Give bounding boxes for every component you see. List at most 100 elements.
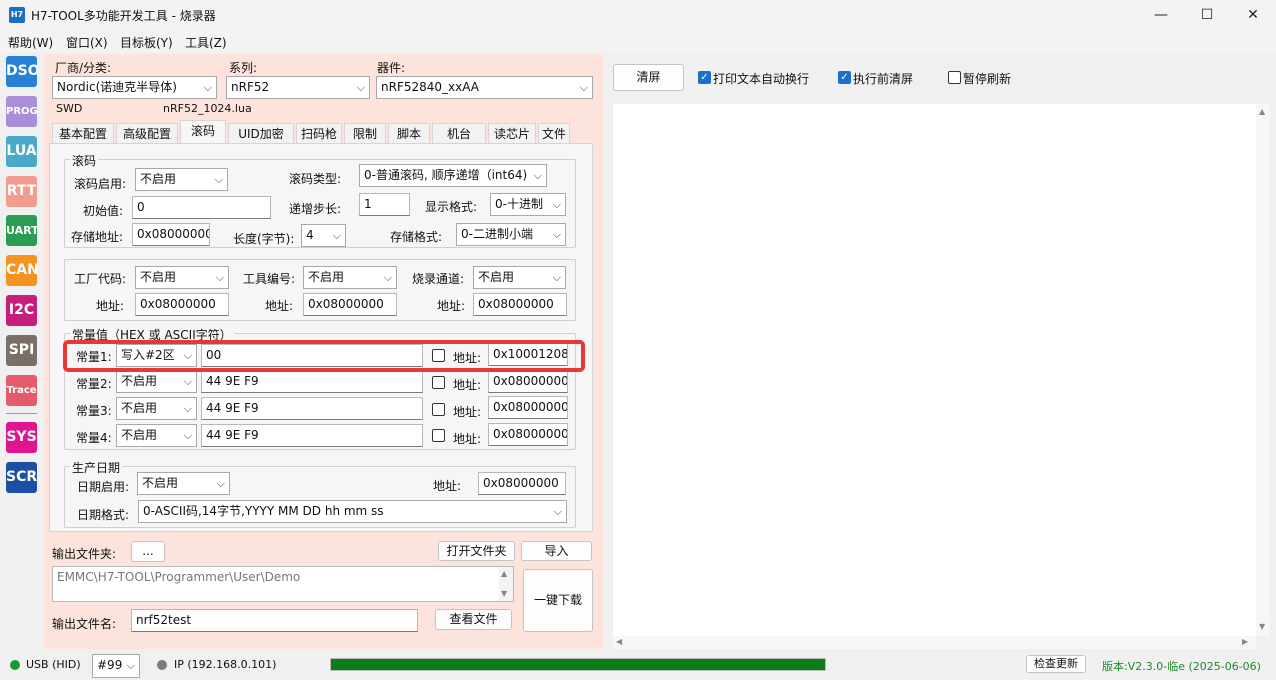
series-label: 系列: <box>229 61 258 75</box>
burn-channel-select[interactable]: 不启用 ⌵ <box>473 266 566 289</box>
sidebar-sys-button[interactable]: SYS <box>6 422 37 453</box>
rolling-enable-label: 滚码启用: <box>74 177 127 191</box>
constant3-addr-label: 地址: <box>453 405 482 419</box>
tab-basic[interactable]: 基本配置 <box>52 123 114 144</box>
log-scroll-left-icon[interactable]: ◀ <box>616 637 622 646</box>
maximize-button[interactable]: ☐ <box>1184 0 1230 30</box>
sidebar-trace-button[interactable]: Trace <box>6 375 37 406</box>
sidebar-dso-button[interactable]: DSO <box>6 56 37 87</box>
tab-rolling-code[interactable]: 滚码 <box>180 120 226 144</box>
constant2-mode-select[interactable]: 不启用 ⌵ <box>116 370 197 393</box>
clear-screen-button[interactable]: 清屏 <box>613 64 684 91</box>
constant2-value-input[interactable]: 44 9E F9 <box>201 370 423 393</box>
lua-file-text: nRF52_1024.lua <box>163 102 252 115</box>
sidebar-lua-button[interactable]: LUA <box>6 136 37 167</box>
tab-script[interactable]: 脚本 <box>388 123 430 144</box>
constant3-checkbox[interactable] <box>432 403 445 416</box>
constant3-mode-select[interactable]: 不启用 ⌵ <box>116 397 197 420</box>
vendor-select[interactable]: Nordic(诺迪克半导体) ⌵ <box>52 76 217 99</box>
menu-help[interactable]: 帮助(W) <box>8 34 53 51</box>
step-label: 递增步长: <box>289 202 342 216</box>
constant4-value-input[interactable]: 44 9E F9 <box>201 424 423 447</box>
pause-refresh-checkbox[interactable] <box>948 71 961 84</box>
wrap-text-checkbox[interactable]: ✓ <box>698 71 711 84</box>
tab-uid-encrypt[interactable]: UID加密 <box>228 123 294 144</box>
tab-file[interactable]: 文件 <box>538 123 570 144</box>
sidebar-spi-button[interactable]: SPI <box>6 335 37 366</box>
sidebar-rtt-button[interactable]: RTT <box>6 176 37 207</box>
log-scroll-up-icon[interactable]: ▲ <box>1259 107 1265 116</box>
menu-window[interactable]: 窗口(X) <box>66 34 108 51</box>
highlight-box <box>63 340 585 372</box>
log-horizontal-scrollbar[interactable] <box>613 636 1256 649</box>
tab-advanced[interactable]: 高级配置 <box>116 123 178 144</box>
rolling-type-select[interactable]: 0-普通滚码, 顺序递增（int64) ⌵ <box>359 164 547 187</box>
constant4-addr-input[interactable]: 0x08000000 <box>488 423 568 446</box>
constant4-mode-select[interactable]: 不启用 ⌵ <box>116 424 197 447</box>
output-filename-input[interactable]: nrf52test <box>131 609 418 632</box>
one-key-download-button[interactable]: 一键下载 <box>523 569 593 632</box>
constant3-label: 常量3: <box>76 404 112 418</box>
sidebar-scr-button[interactable]: SCR <box>6 462 37 493</box>
open-folder-button[interactable]: 打开文件夹 <box>438 541 515 561</box>
progress-fill <box>331 659 825 670</box>
usb-status-text: USB (HID) <box>26 658 81 671</box>
part-label: 器件: <box>377 61 406 75</box>
menu-tools[interactable]: 工具(Z) <box>185 34 227 51</box>
sidebar-can-button[interactable]: CAN <box>6 255 37 286</box>
log-scroll-right-icon[interactable]: ▶ <box>1242 637 1248 646</box>
clear-before-run-checkbox[interactable]: ✓ <box>838 71 851 84</box>
rolling-addr-label: 存储地址: <box>71 230 124 244</box>
date-addr-label: 地址: <box>433 479 462 493</box>
store-format-select[interactable]: 0-二进制小端 ⌵ <box>456 223 566 246</box>
rolling-enable-select[interactable]: 不启用 ⌵ <box>135 168 228 191</box>
date-addr-input[interactable]: 0x08000000 <box>478 472 566 495</box>
rolling-addr-input[interactable]: 0x08000000 <box>132 223 210 246</box>
log-vertical-scrollbar[interactable] <box>1256 104 1270 636</box>
constant2-checkbox[interactable] <box>432 376 445 389</box>
sidebar-uart-button[interactable]: UART <box>6 215 37 246</box>
factory-addr-input[interactable]: 0x08000000 <box>135 293 229 316</box>
constant4-checkbox[interactable] <box>432 429 445 442</box>
tool-number-select[interactable]: 不启用 ⌵ <box>303 266 397 289</box>
check-update-button[interactable]: 检查更新 <box>1026 655 1086 673</box>
date-format-select[interactable]: 0-ASCII码,14字节,YYYY MM DD hh mm ss ⌵ <box>138 500 567 523</box>
constant3-value-input[interactable]: 44 9E F9 <box>201 397 423 420</box>
channel-addr-label: 地址: <box>437 299 466 313</box>
date-enable-select[interactable]: 不启用 ⌵ <box>137 472 230 495</box>
menu-target[interactable]: 目标板(Y) <box>120 34 173 51</box>
browse-folder-button[interactable]: ... <box>131 541 165 562</box>
scroll-down-icon[interactable]: ▼ <box>501 589 507 598</box>
version-text: 版本:V2.3.0-临e (2025-06-06) <box>1102 660 1261 673</box>
device-number-select[interactable]: #99 ⌵ <box>92 654 140 678</box>
close-button[interactable]: ✕ <box>1230 0 1276 30</box>
view-file-button[interactable]: 查看文件 <box>435 609 512 630</box>
constant2-addr-input[interactable]: 0x08000000 <box>488 370 568 393</box>
factory-code-select[interactable]: 不启用 ⌵ <box>135 266 229 289</box>
tab-machine[interactable]: 机台 <box>432 123 486 144</box>
sidebar-i2c-button[interactable]: I2C <box>6 295 37 326</box>
part-select[interactable]: nRF52840_xxAA ⌵ <box>376 76 593 99</box>
sidebar-prog-button[interactable]: PROG <box>6 96 37 127</box>
tab-read-chip[interactable]: 读芯片 <box>488 123 536 144</box>
import-button[interactable]: 导入 <box>521 541 592 561</box>
log-output-area[interactable] <box>613 104 1256 636</box>
log-scroll-down-icon[interactable]: ▼ <box>1259 622 1265 631</box>
tab-limit[interactable]: 限制 <box>344 123 386 144</box>
minimize-button[interactable]: — <box>1138 0 1184 30</box>
vendor-label: 厂商/分类: <box>55 61 112 75</box>
tab-scanner[interactable]: 扫码枪 <box>296 123 342 144</box>
tool-number-label: 工具编号: <box>243 272 296 286</box>
sidebar-divider <box>6 413 37 414</box>
constant3-addr-input[interactable]: 0x08000000 <box>488 396 568 419</box>
series-select[interactable]: nRF52 ⌵ <box>226 76 370 99</box>
tool-addr-input[interactable]: 0x08000000 <box>303 293 397 316</box>
output-path-textbox[interactable]: EMMC\H7-TOOL\Programmer\User\Demo <box>52 566 514 602</box>
display-format-select[interactable]: 0-十进制 ⌵ <box>490 193 566 216</box>
interface-text: SWD <box>56 102 83 115</box>
init-value-input[interactable]: 0 <box>132 196 271 219</box>
channel-addr-input[interactable]: 0x08000000 <box>473 293 567 316</box>
step-input[interactable]: 1 <box>359 193 410 216</box>
length-select[interactable]: 4 ⌵ <box>301 224 346 247</box>
scroll-up-icon[interactable]: ▲ <box>501 569 507 578</box>
